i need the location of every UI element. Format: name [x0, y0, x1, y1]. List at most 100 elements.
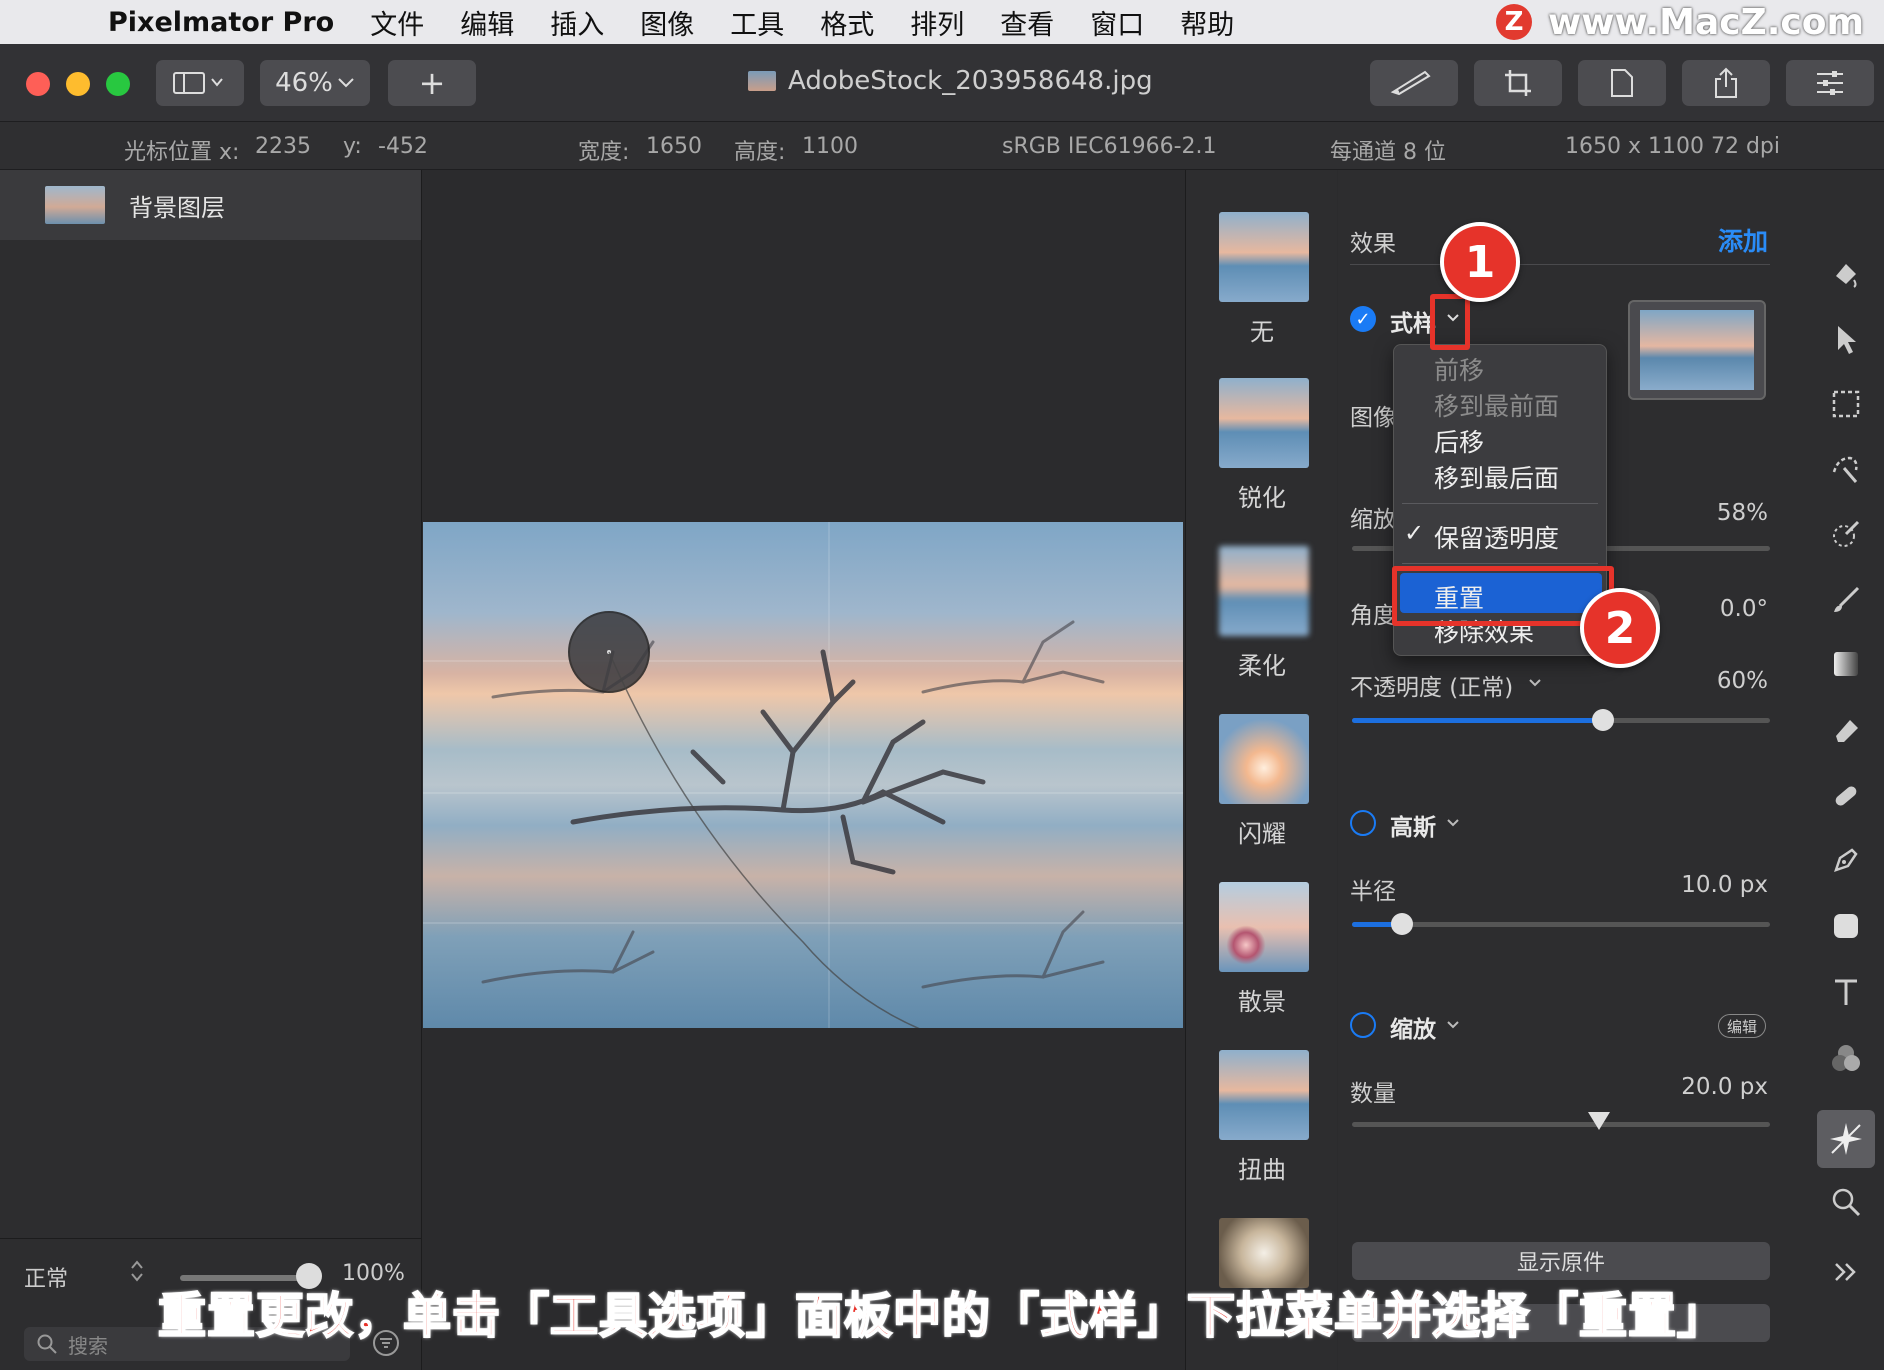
zoom-edit-button[interactable]: 编辑 — [1718, 1014, 1767, 1038]
effect-distort-thumbnail[interactable] — [1219, 1050, 1309, 1140]
document-thumbnail — [748, 71, 776, 91]
canvas-area[interactable] — [423, 170, 1183, 1370]
menu-bar: Pixelmator Pro 文件 编辑 插入 图像 工具 格式 排列 查看 窗… — [0, 0, 1884, 44]
eraser-icon — [1836, 720, 1858, 742]
eyedropper-icon — [1833, 520, 1860, 547]
pattern-image-well[interactable] — [1628, 300, 1766, 400]
zoom-tool[interactable] — [1824, 1180, 1868, 1224]
minimize-window-button[interactable] — [66, 72, 90, 96]
menu-window[interactable]: 窗口 — [1090, 3, 1144, 42]
pen-icon — [1834, 848, 1858, 872]
menu-insert[interactable]: 插入 — [550, 3, 604, 42]
document-title: AdobeStock_203958648.jpg — [748, 66, 1153, 96]
effect-sharpen-label[interactable]: 锐化 — [1186, 478, 1338, 513]
watermark: Z www.MacZ.com — [1496, 0, 1864, 44]
menu-view[interactable]: 查看 — [1000, 3, 1054, 42]
shape-tool[interactable] — [1824, 904, 1868, 948]
color-picker-tool[interactable] — [1824, 512, 1868, 556]
pattern-enabled-checkbox[interactable]: ✓ — [1350, 306, 1376, 332]
gaussian-radius-knob[interactable] — [1391, 913, 1414, 935]
effect-distort-label[interactable]: 扭曲 — [1186, 1150, 1338, 1185]
opacity-chevron-down-icon[interactable] — [1528, 678, 1542, 688]
menu-send-backward[interactable]: 后移 — [1434, 423, 1484, 459]
effects-header: 效果 — [1350, 231, 1396, 257]
cursor-x-label: 光标位置 x: — [124, 140, 240, 165]
crop-button[interactable] — [1474, 60, 1562, 106]
menu-edit[interactable]: 编辑 — [460, 3, 514, 42]
effect-glow-thumbnail[interactable] — [1219, 714, 1309, 804]
retouch-tool[interactable] — [1824, 774, 1868, 818]
gaussian-radius-label: 半径 — [1350, 879, 1396, 905]
selection-tool[interactable] — [1824, 382, 1868, 426]
color-adjustments-tool[interactable] — [1824, 1036, 1868, 1080]
effect-bokeh-thumbnail[interactable] — [1219, 882, 1309, 972]
pattern-opacity-slider[interactable] — [1352, 709, 1770, 731]
effect-none-label[interactable]: 无 — [1186, 312, 1338, 347]
cursor-x-value: 2235 — [255, 134, 311, 159]
arrange-tool[interactable] — [1824, 318, 1868, 362]
eraser-tool[interactable] — [1824, 708, 1868, 752]
gaussian-chevron-down-icon[interactable] — [1446, 818, 1460, 828]
menu-tools[interactable]: 工具 — [730, 3, 784, 42]
zoom-amount-slider[interactable] — [1352, 1112, 1770, 1130]
height-label: 高度: — [734, 140, 786, 165]
zoom-amount-knob[interactable] — [1587, 1112, 1610, 1130]
menu-image[interactable]: 图像 — [640, 3, 694, 42]
effect-soften-thumbnail[interactable] — [1219, 546, 1309, 636]
gradient-icon — [1834, 652, 1858, 676]
zoom-effect-name: 缩放 — [1390, 1017, 1436, 1043]
share-button[interactable] — [1682, 60, 1770, 106]
effect-soften-label[interactable]: 柔化 — [1186, 646, 1338, 681]
effect-none-thumbnail[interactable] — [1219, 212, 1309, 302]
zoom-enabled-checkbox[interactable] — [1350, 1012, 1376, 1038]
effects-tool[interactable] — [1817, 1110, 1875, 1168]
menu-format[interactable]: 格式 — [820, 3, 874, 42]
menu-send-to-back[interactable]: 移到最后面 — [1434, 459, 1559, 495]
menu-help[interactable]: 帮助 — [1180, 3, 1234, 42]
image-canvas[interactable] — [423, 522, 1183, 1028]
type-tool[interactable] — [1824, 970, 1868, 1014]
layer-row[interactable]: 背景图层 — [0, 170, 421, 240]
image-dimensions: 1650 x 1100 72 dpi — [1565, 134, 1781, 159]
header-divider — [1350, 264, 1770, 265]
tool-style-button[interactable] — [1370, 60, 1458, 106]
effect-sharpen-thumbnail[interactable] — [1219, 378, 1309, 468]
effect-bokeh-label[interactable]: 散景 — [1186, 982, 1338, 1017]
brush-icon — [1834, 586, 1860, 612]
quick-selection-tool[interactable] — [1824, 446, 1868, 490]
pattern-opacity-label[interactable]: 不透明度 (正常) — [1350, 668, 1513, 702]
paint-bucket-tool[interactable] — [1824, 252, 1868, 296]
show-original-button[interactable]: 显示原件 — [1352, 1242, 1770, 1280]
gaussian-effect-name: 高斯 — [1390, 815, 1436, 841]
menu-file[interactable]: 文件 — [370, 3, 424, 42]
pen-tool[interactable] — [1824, 838, 1868, 882]
sidebar-toggle-button[interactable] — [156, 60, 244, 106]
add-button[interactable]: + — [388, 60, 476, 106]
zoom-window-button[interactable] — [106, 72, 130, 96]
menu-preserve-transparency[interactable]: 保留透明度 — [1434, 519, 1559, 555]
pattern-opacity-knob[interactable] — [1591, 709, 1614, 731]
zoom-amount-value: 20.0 px — [1681, 1074, 1768, 1100]
menu-separator — [1402, 503, 1598, 504]
gaussian-radius-slider[interactable] — [1352, 913, 1770, 935]
app-menu[interactable]: Pixelmator Pro — [108, 7, 334, 38]
add-effect-link[interactable]: 添加 — [1718, 222, 1768, 258]
cursor-y-label: y: — [343, 134, 362, 159]
pattern-opacity-fill — [1352, 718, 1603, 723]
tutorial-caption: 重置更改，单击「工具选项」面板中的「式样」下拉菜单并选择「重置」 — [157, 1287, 1726, 1345]
paint-tool[interactable] — [1824, 578, 1868, 622]
magic-wand-icon — [1832, 456, 1858, 483]
menu-arrange[interactable]: 排列 — [910, 3, 964, 42]
tool-options-button[interactable] — [1786, 60, 1874, 106]
effects-star-icon — [1830, 1123, 1862, 1155]
close-window-button[interactable] — [26, 72, 50, 96]
document-button[interactable] — [1578, 60, 1666, 106]
zoom-dropdown[interactable]: 46% — [260, 60, 370, 106]
zoom-chevron-down-icon[interactable] — [1446, 1020, 1460, 1030]
pattern-scale-value: 58% — [1716, 500, 1768, 526]
effect-glow-label[interactable]: 闪耀 — [1186, 814, 1338, 849]
document-title-text: AdobeStock_203958648.jpg — [788, 66, 1153, 96]
gradient-tool[interactable] — [1824, 642, 1868, 686]
color-circles-icon — [1832, 1045, 1860, 1071]
gaussian-enabled-checkbox[interactable] — [1350, 810, 1376, 836]
